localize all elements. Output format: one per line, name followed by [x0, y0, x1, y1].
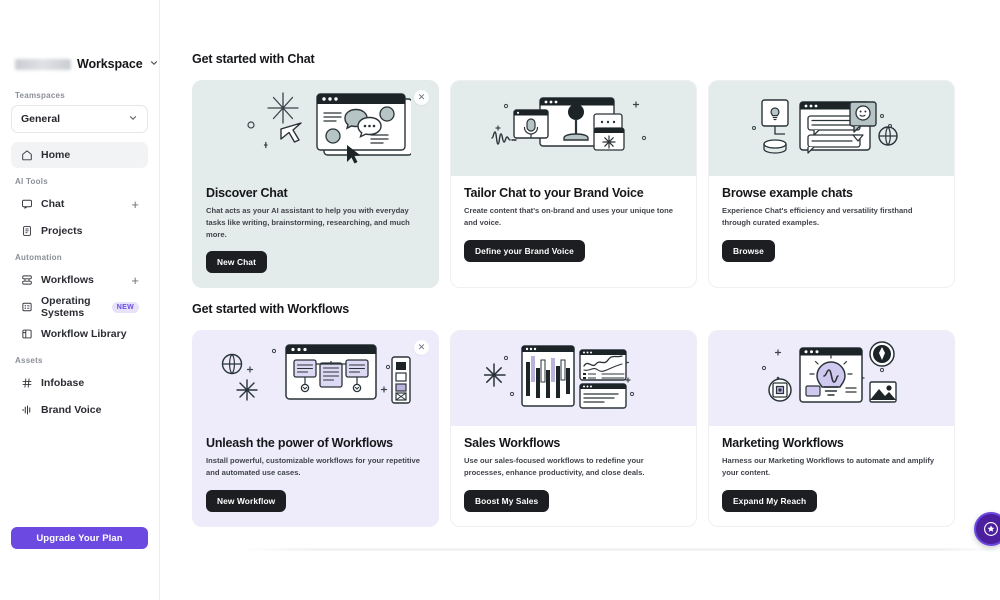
sidebar-item-label: Home: [41, 149, 71, 161]
sidebar-group-automation: Automation Workflows + Operating Systems…: [11, 253, 148, 347]
document-icon: [20, 225, 33, 238]
card-title: Sales Workflows: [464, 436, 561, 451]
section-chat: Get started with Chat ✕ Discover Chat Ch…: [192, 52, 1000, 289]
workspace-label: Workspace: [77, 57, 143, 71]
microphone-illustration: [451, 81, 696, 176]
section-workflows: Get started with Workflows ✕ Unleash the…: [192, 302, 1000, 527]
card-body: Tailor Chat to your Brand Voice Create c…: [451, 176, 696, 287]
main-content: Get started with Chat ✕ Discover Chat Ch…: [160, 0, 1000, 600]
upgrade-plan-button[interactable]: Upgrade Your Plan: [11, 527, 148, 549]
teamspace-select[interactable]: General: [11, 105, 148, 133]
card-description: Chat acts as your AI assistant to help y…: [206, 206, 410, 239]
sidebar-item-home[interactable]: Home: [11, 142, 148, 168]
sidebar-item-label: Operating Systems: [41, 295, 91, 319]
sidebar-item-label: Workflow Library: [41, 328, 127, 340]
waveform-icon: [20, 404, 33, 417]
workspace-switcher[interactable]: Workspace: [11, 46, 157, 82]
chevron-down-icon: [149, 58, 159, 71]
add-chat-button[interactable]: +: [131, 198, 139, 211]
card-body: Browse example chats Experience Chat's e…: [709, 176, 954, 287]
help-widget-icon[interactable]: [974, 512, 1000, 546]
sidebar-item-infobase[interactable]: Infobase: [11, 370, 148, 396]
sidebar-item-workflow-library[interactable]: Workflow Library: [11, 321, 148, 347]
app-root: Workspace Teamspaces General Home AI Too…: [0, 0, 1000, 600]
sidebar-item-label: Chat: [41, 198, 65, 210]
home-icon: [20, 149, 33, 162]
card-description: Install powerful, customizable workflows…: [206, 456, 420, 478]
card-marketing-workflows[interactable]: ✕: [708, 330, 955, 527]
card-description: Experience Chat's efficiency and versati…: [722, 206, 913, 227]
content-divider: [242, 548, 1000, 551]
define-brand-voice-button[interactable]: Define your Brand Voice: [464, 239, 585, 262]
workflow-diagram-illustration: [193, 331, 438, 426]
card-body: Marketing Workflows Harness our Marketin…: [709, 426, 954, 526]
card-title: Tailor Chat to your Brand Voice: [464, 186, 644, 200]
section-title: Get started with Workflows: [192, 302, 350, 317]
sales-charts-illustration: [451, 331, 696, 427]
card-brand-voice[interactable]: ✕: [450, 80, 697, 289]
chat-bubble-icon: [20, 198, 33, 211]
teamspaces-label: Teamspaces: [15, 91, 65, 100]
sidebar-item-projects[interactable]: Projects: [11, 218, 148, 244]
card-title: Marketing Workflows: [722, 436, 844, 451]
sidebar-item-chat[interactable]: Chat +: [11, 191, 148, 217]
sidebar-item-workflows[interactable]: Workflows +: [11, 267, 148, 293]
card-sales-workflows[interactable]: ✕: [450, 330, 697, 527]
upgrade-section: Upgrade Your Plan: [11, 527, 148, 549]
library-icon: [20, 328, 33, 341]
card-title: Browse example chats: [722, 186, 853, 200]
sidebar-group-assets: Assets Infobase Brand Voice: [11, 356, 148, 423]
card-body: Sales Workflows Use our sales-focused wo…: [451, 426, 696, 526]
card-title: Unleash the power of Workflows: [206, 436, 393, 451]
card-description: Use our sales-focused workflows to redef…: [464, 456, 645, 478]
card-discover-chat[interactable]: ✕ Discover Chat Chat acts as your AI ass…: [192, 80, 439, 289]
workspace-name-redacted: [15, 58, 71, 70]
card-row-chat: ✕ Discover Chat Chat acts as your AI ass…: [192, 80, 1000, 289]
section-title: Get started with Chat: [192, 52, 315, 66]
chevron-down-icon: [128, 113, 138, 126]
card-description: Create content that's on-brand and uses …: [464, 206, 673, 227]
workflow-icon: [20, 274, 33, 287]
status-badge: NEW: [111, 301, 139, 313]
hash-icon: [20, 377, 33, 390]
card-description: Harness our Marketing Workflows to autom…: [722, 456, 935, 478]
sidebar-group-label: AI Tools: [15, 177, 48, 186]
new-chat-button[interactable]: New Chat: [206, 251, 267, 274]
sidebar-group-label: Automation: [15, 253, 62, 262]
sidebar-item-label: Projects: [41, 225, 83, 237]
sidebar-item-operating-systems[interactable]: Operating Systems NEW: [11, 294, 148, 320]
card-body: Discover Chat Chat acts as your AI assis…: [193, 176, 438, 287]
new-workflow-button[interactable]: New Workflow: [206, 489, 287, 512]
sidebar: Workspace Teamspaces General Home AI Too…: [0, 0, 160, 600]
operating-system-icon: [20, 301, 33, 314]
example-chats-illustration: [709, 81, 954, 176]
expand-my-reach-button[interactable]: Expand My Reach: [722, 489, 818, 512]
card-row-workflows: ✕ Unleash the power of Workflows Install…: [192, 330, 1000, 527]
card-title: Discover Chat: [206, 186, 288, 200]
card-unleash-workflows[interactable]: ✕ Unleash the power of Workflows Install…: [192, 330, 439, 527]
teamspace-selected-value: General: [21, 113, 61, 125]
add-workflow-button[interactable]: +: [131, 274, 139, 287]
sidebar-item-label: Workflows: [41, 274, 94, 286]
sidebar-item-label: Infobase: [41, 377, 85, 389]
boost-my-sales-button[interactable]: Boost My Sales: [464, 489, 550, 512]
sidebar-item-label: Brand Voice: [41, 404, 102, 416]
chat-window-illustration: [193, 81, 438, 176]
browse-button[interactable]: Browse: [722, 239, 775, 262]
card-body: Unleash the power of Workflows Install p…: [193, 426, 438, 526]
sidebar-group-ai-tools: AI Tools Chat + Projects: [11, 177, 148, 244]
sidebar-item-brand-voice[interactable]: Brand Voice: [11, 397, 148, 423]
marketing-bulb-illustration: [709, 331, 954, 427]
card-browse-examples[interactable]: ✕: [708, 80, 955, 289]
sidebar-group-label: Assets: [15, 356, 43, 365]
